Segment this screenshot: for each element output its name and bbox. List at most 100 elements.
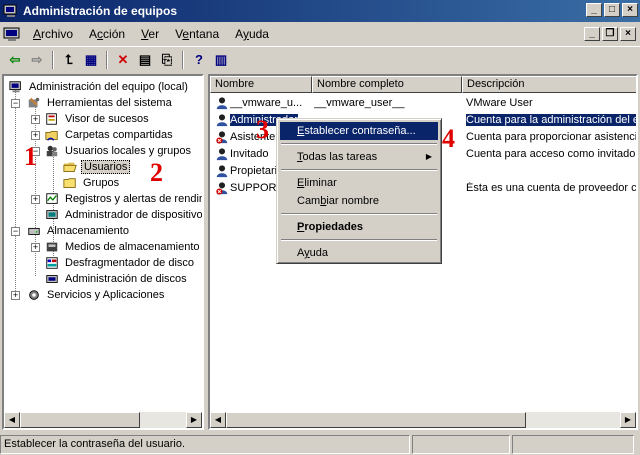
tree-item-device-manager[interactable]: Administrador de dispositivo: [44, 207, 202, 223]
action-pane-icon: ▥: [214, 51, 228, 67]
submenu-arrow-icon: ▶: [425, 152, 432, 161]
expand-icon[interactable]: +: [31, 115, 40, 124]
context-item-propiedades[interactable]: Propiedades: [280, 218, 438, 236]
arrow-right-icon: ⇨: [31, 51, 43, 67]
forward-button[interactable]: ⇨: [26, 50, 48, 70]
tree-item-local-users[interactable]: Usuarios locales y grupos: [44, 143, 193, 159]
mdi-close-button[interactable]: ×: [620, 27, 636, 41]
menu-ayuda[interactable]: Ayuda: [227, 27, 277, 41]
user-icon: [214, 147, 230, 163]
close-button[interactable]: ×: [622, 3, 638, 17]
menu-archivo[interactable]: Archivo: [25, 27, 81, 41]
tree-item-label: Almacenamiento: [47, 225, 129, 237]
tree-item-label: Desfragmentador de disco: [65, 257, 195, 269]
toolbar: ⇦ ⇨ ⮤ ▦ ✕ ▤ ⎘? ▥: [0, 46, 640, 72]
computer-management-icon: [8, 80, 24, 94]
shared-folder-icon: [44, 128, 60, 142]
mdi-minimize-button[interactable]: _: [584, 27, 600, 41]
toolbar-separator: [106, 50, 108, 69]
expand-icon[interactable]: +: [31, 243, 40, 252]
menu-accin[interactable]: Acción: [81, 27, 133, 41]
tree-item-event-viewer[interactable]: Visor de sucesos: [44, 111, 151, 127]
scroll-thumb[interactable]: [226, 412, 526, 428]
help-button[interactable]: ?: [188, 50, 210, 70]
help-icon: ?: [195, 52, 203, 67]
tree-item-label: Grupos: [83, 177, 120, 189]
tree-item-label: Administración del equipo (local): [29, 81, 188, 93]
tree-item-shared-folders[interactable]: Carpetas compartidas: [44, 127, 175, 143]
window-title: Administración de equipos: [23, 4, 178, 18]
context-item-eliminar[interactable]: Eliminar: [280, 174, 438, 192]
tree-item-removable-storage[interactable]: Medios de almacenamiento e: [44, 239, 204, 255]
tree-item-label: Herramientas del sistema: [47, 97, 172, 109]
show-hide-tree-button[interactable]: ▦: [80, 50, 102, 70]
properties-button[interactable]: ▤: [134, 50, 156, 70]
cell-description: Cuenta para la administración del e: [466, 114, 638, 126]
cell-name: Propietari: [230, 165, 278, 177]
cell-description: Ésta es una cuenta de proveedor c: [466, 182, 637, 194]
scroll-right-button[interactable]: ▶: [620, 412, 636, 428]
context-item-todas-las-tareas[interactable]: Todas las tareas ▶: [280, 148, 438, 166]
show-hide-action-pane-button[interactable]: ▥: [210, 50, 232, 70]
tree-item-system-tools[interactable]: Herramientas del sistema: [26, 95, 174, 111]
context-item-ayuda[interactable]: Ayuda: [280, 244, 438, 262]
expand-icon[interactable]: +: [11, 291, 20, 300]
tree-item-label: Visor de sucesos: [65, 113, 149, 125]
console-window-icon[interactable]: [3, 26, 21, 42]
annotation-2: 2: [150, 158, 163, 187]
toolbar-separator: [52, 50, 54, 69]
tree-item-groups[interactable]: Grupos: [62, 175, 121, 191]
column-header-full-name[interactable]: Nombre completo: [312, 76, 462, 93]
scroll-left-button[interactable]: ◀: [210, 412, 226, 428]
collapse-icon[interactable]: −: [11, 99, 20, 108]
maximize-button[interactable]: □: [604, 3, 620, 17]
expand-icon[interactable]: +: [31, 195, 40, 204]
tree-item-services-apps[interactable]: Servicios y Aplicaciones: [26, 287, 166, 303]
arrow-left-icon: ⇦: [9, 51, 21, 67]
delete-x-icon: ✕: [117, 51, 129, 67]
tree-horizontal-scrollbar[interactable]: ◀ ▶: [4, 412, 202, 428]
scroll-right-button[interactable]: ▶: [186, 412, 202, 428]
expand-icon[interactable]: +: [31, 131, 40, 140]
list-horizontal-scrollbar[interactable]: ◀ ▶: [210, 412, 636, 428]
tree-item-label: Medios de almacenamiento e: [65, 241, 204, 253]
tree-item-disk-management[interactable]: Administración de discos: [44, 271, 189, 287]
tree-item-users[interactable]: Usuarios: [62, 159, 131, 175]
minimize-button[interactable]: _: [586, 3, 602, 17]
tree-item-perf-logs[interactable]: Registros y alertas de rendir: [44, 191, 203, 207]
properties-icon: ▤: [138, 51, 152, 67]
services-icon: [26, 288, 42, 302]
column-header-name[interactable]: Nombre: [210, 76, 312, 93]
console-tree[interactable]: ◀ ▶ Administración del equipo (local) Her…: [2, 74, 204, 430]
column-header-description[interactable]: Descripción: [462, 76, 636, 93]
folder-icon: [62, 176, 78, 190]
mdi-restore-button[interactable]: ❐: [602, 27, 618, 41]
menu-separator: [281, 143, 437, 145]
up-level-button[interactable]: ⮤: [58, 50, 80, 70]
tree-item-label: Usuarios: [81, 160, 131, 174]
menu-separator: [281, 169, 437, 171]
disk-management-icon: [44, 272, 60, 286]
tree-item-root[interactable]: Administración del equipo (local): [8, 79, 190, 95]
tree-item-storage[interactable]: Almacenamiento: [26, 223, 131, 239]
cell-full-name: __vmware_user__: [314, 97, 405, 109]
list-header: Nombre Nombre completo Descripción: [210, 76, 636, 93]
device-manager-icon: [44, 208, 60, 222]
user-row[interactable]: __vmware_u... __vmware_user__ VMware User: [210, 95, 636, 113]
computer-management-icon: [3, 4, 17, 17]
tree-item-defrag[interactable]: Desfragmentador de disco: [44, 255, 196, 271]
delete-button[interactable]: ✕: [112, 50, 134, 70]
tree-item-label: Registros y alertas de rendir: [65, 193, 203, 205]
export-list-button[interactable]: ⎘: [156, 50, 178, 70]
title-bar[interactable]: Administración de equipos _ □ ×: [0, 0, 640, 22]
scroll-left-button[interactable]: ◀: [4, 412, 20, 428]
context-item-establecer-contraseña[interactable]: Establecer contraseña...: [280, 122, 438, 140]
scroll-thumb[interactable]: [20, 412, 140, 428]
tree-item-label: Usuarios locales y grupos: [65, 145, 191, 157]
collapse-icon[interactable]: −: [11, 227, 20, 236]
menu-ventana[interactable]: Ventana: [167, 27, 227, 41]
back-button[interactable]: ⇦: [4, 50, 26, 70]
menu-ver[interactable]: Ver: [133, 27, 167, 41]
user-icon: [214, 113, 230, 129]
context-item-cambiar-nombre[interactable]: Cambiar nombre: [280, 192, 438, 210]
